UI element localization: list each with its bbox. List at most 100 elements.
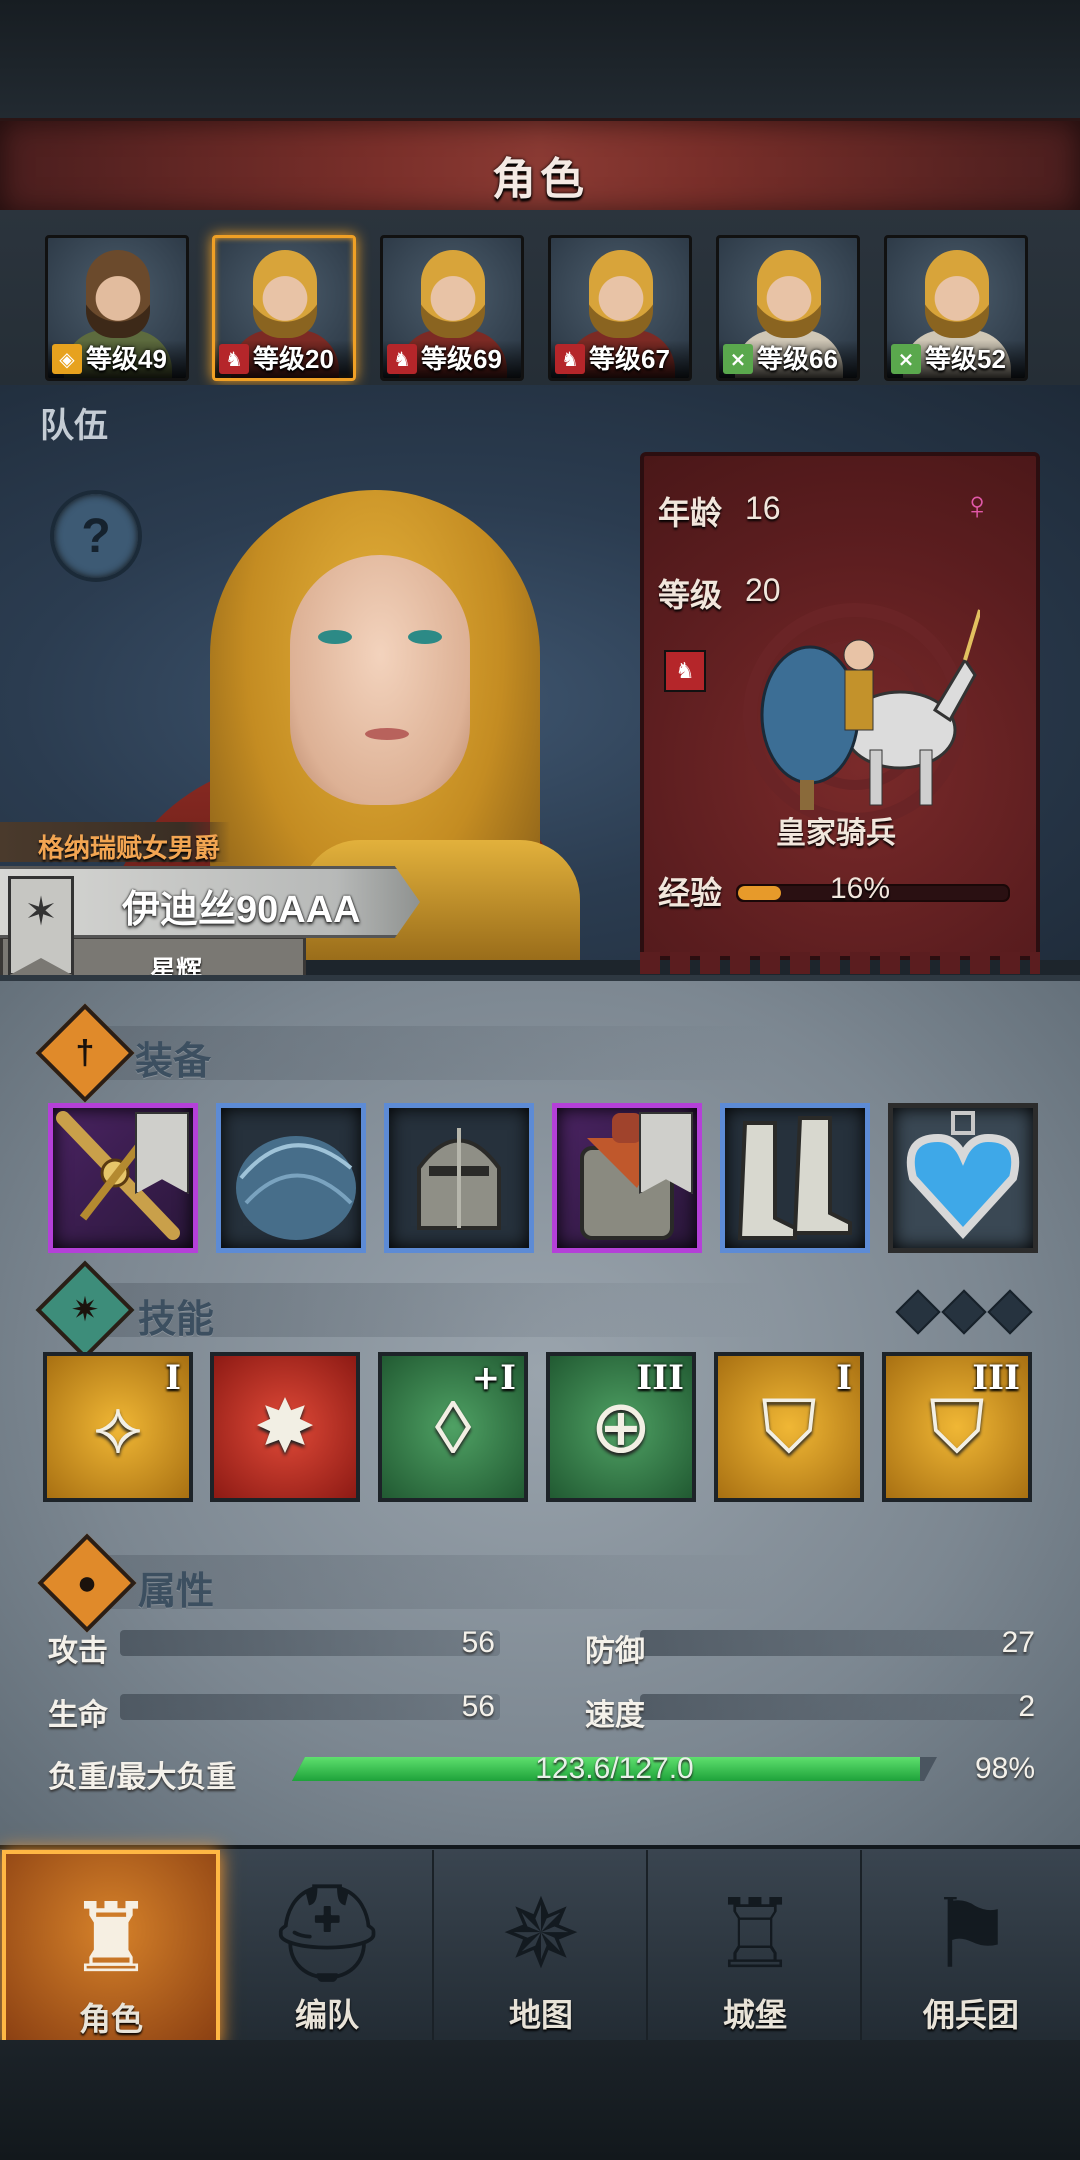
speed-label: 速度 xyxy=(585,1699,645,1732)
castle-icon: ♖ xyxy=(711,1881,799,1988)
age-label: 年龄 xyxy=(658,495,723,531)
page-title: 角色 xyxy=(492,155,588,204)
shield-icon: ◈ xyxy=(52,344,82,374)
help-button[interactable]: ? xyxy=(50,490,142,582)
question-icon: ? xyxy=(81,509,111,563)
compass-icon: ✵ xyxy=(500,1881,582,1988)
hero-eye xyxy=(408,630,442,644)
char-level: 等级67 xyxy=(589,344,670,374)
skill-slot-3[interactable]: ◊ +I xyxy=(378,1352,528,1502)
roster-card-1[interactable]: ◈ 等级49 xyxy=(45,235,189,381)
plume-icon xyxy=(236,1136,356,1240)
skill-rank: +I xyxy=(471,1358,516,1398)
boots-icon xyxy=(737,1116,852,1240)
hero-mouth xyxy=(365,728,409,740)
horse-icon: ♞ xyxy=(555,344,585,374)
horse-icon: ♞ xyxy=(219,344,249,374)
char-level: 等级52 xyxy=(925,344,1006,374)
hero-name: 伊迪丝90AAA xyxy=(122,889,361,931)
bow-icon: ⨯ xyxy=(891,344,921,374)
skill-rank: I xyxy=(836,1358,852,1398)
load-percent: 98% xyxy=(974,1752,1035,1785)
bow-icon: ⨯ xyxy=(723,344,753,374)
system-nav-area xyxy=(0,2040,1080,2160)
portrait-head xyxy=(757,250,821,338)
nav-tab-map[interactable]: ✵ 地图 xyxy=(436,1850,648,2040)
attack-value: 56 xyxy=(461,1626,495,1659)
portrait-head xyxy=(253,250,317,338)
exp-bar-fill xyxy=(738,886,782,900)
nav-label: 地图 xyxy=(508,1997,573,2033)
defense-label: 防御 xyxy=(585,1635,645,1668)
equip-slot-armor[interactable] xyxy=(552,1103,702,1253)
roster-card-6[interactable]: ⨯ 等级52 xyxy=(884,235,1028,381)
horse-icon: ♞ xyxy=(387,344,417,374)
helmet-icon: ⛑ xyxy=(266,1880,388,1987)
equip-slot-plume[interactable] xyxy=(216,1103,366,1253)
knight-icon: ♜ xyxy=(67,1885,155,1992)
sword-icon: † xyxy=(75,1033,95,1072)
equip-slot-amulet[interactable] xyxy=(888,1103,1038,1253)
heart-amulet-icon xyxy=(906,1111,1020,1239)
roster-card-5[interactable]: ⨯ 等级66 xyxy=(716,235,860,381)
exp-label: 经验 xyxy=(658,875,723,911)
roster-card-4[interactable]: ♞ 等级67 xyxy=(548,235,692,381)
equip-slot-helmet[interactable] xyxy=(384,1103,534,1253)
attack-label: 攻击 xyxy=(48,1635,108,1668)
nav-tab-formation[interactable]: ⛑ 编队 xyxy=(222,1850,434,2040)
female-icon: ♀ xyxy=(962,484,992,528)
age-value: 16 xyxy=(745,490,781,526)
nav-tab-mercenaries[interactable]: ⚑ 佣兵团 xyxy=(866,1850,1076,2040)
nav-label: 角色 xyxy=(78,2001,143,2037)
unit-class-name: 皇家骑兵 xyxy=(776,817,896,850)
speed-value: 2 xyxy=(1018,1690,1035,1723)
char-level: 等级20 xyxy=(253,344,334,374)
header-banner: 角色 xyxy=(0,118,1080,217)
skill-rank: III xyxy=(972,1358,1020,1398)
royal-cavalry-unit-art xyxy=(743,603,980,827)
portrait-head xyxy=(86,250,150,338)
star-icon: ✷ xyxy=(70,1291,100,1329)
skill-slot-4[interactable]: ⊕ III xyxy=(546,1352,696,1502)
skill-slot-5[interactable]: ⛉ I xyxy=(714,1352,864,1502)
roster-card-3[interactable]: ♞ 等级69 xyxy=(380,235,524,381)
char-level: 等级49 xyxy=(86,344,167,374)
defense-value: 27 xyxy=(1001,1626,1035,1659)
load-value: 123.6/127.0 xyxy=(535,1752,694,1785)
equip-slot-weapon[interactable] xyxy=(48,1103,198,1253)
nav-tab-castle[interactable]: ♖ 城堡 xyxy=(650,1850,862,2040)
skill-rank: I xyxy=(165,1358,181,1398)
burst-icon: ✸ xyxy=(253,1385,316,1468)
hp-value: 56 xyxy=(461,1690,495,1723)
equip-slot-boots[interactable] xyxy=(720,1103,870,1253)
roster-card-2[interactable]: ♞ 等级20 xyxy=(212,235,356,381)
status-area xyxy=(0,0,1080,118)
team-label: 队伍 xyxy=(40,407,108,445)
nav-tab-character[interactable]: ♜ 角色 xyxy=(2,1850,220,2048)
char-level: 等级69 xyxy=(421,344,502,374)
portrait-head xyxy=(421,250,485,338)
skill-slot-6[interactable]: ⛉ III xyxy=(882,1352,1032,1502)
skill-rank: III xyxy=(636,1358,684,1398)
skill-slot-1[interactable]: ⟡ I xyxy=(43,1352,193,1502)
horse-icon: ♞ xyxy=(664,650,706,692)
skills-title: 技能 xyxy=(138,1299,215,1341)
attributes-title: 属性 xyxy=(138,1571,215,1613)
exp-percent: 16% xyxy=(830,872,891,905)
portrait-head xyxy=(925,250,989,338)
char-level: 等级66 xyxy=(757,344,838,374)
skill-slot-2[interactable]: ✸ xyxy=(210,1352,360,1502)
nav-label: 城堡 xyxy=(722,1997,787,2033)
helmet-icon xyxy=(417,1128,501,1230)
hp-label: 生命 xyxy=(48,1699,108,1732)
hero-title: 格纳瑞赋女男爵 xyxy=(38,833,221,863)
load-label: 负重/最大负重 xyxy=(48,1761,237,1794)
level-label: 等级 xyxy=(658,577,723,613)
nav-label: 编队 xyxy=(294,1997,359,2033)
hero-eye xyxy=(318,630,352,644)
equipment-title: 装备 xyxy=(135,1041,212,1083)
portrait-head xyxy=(589,250,653,338)
person-icon: ● xyxy=(76,1563,98,1602)
flag-icon: ⚑ xyxy=(927,1881,1015,1988)
nav-label: 佣兵团 xyxy=(922,1997,1019,2033)
